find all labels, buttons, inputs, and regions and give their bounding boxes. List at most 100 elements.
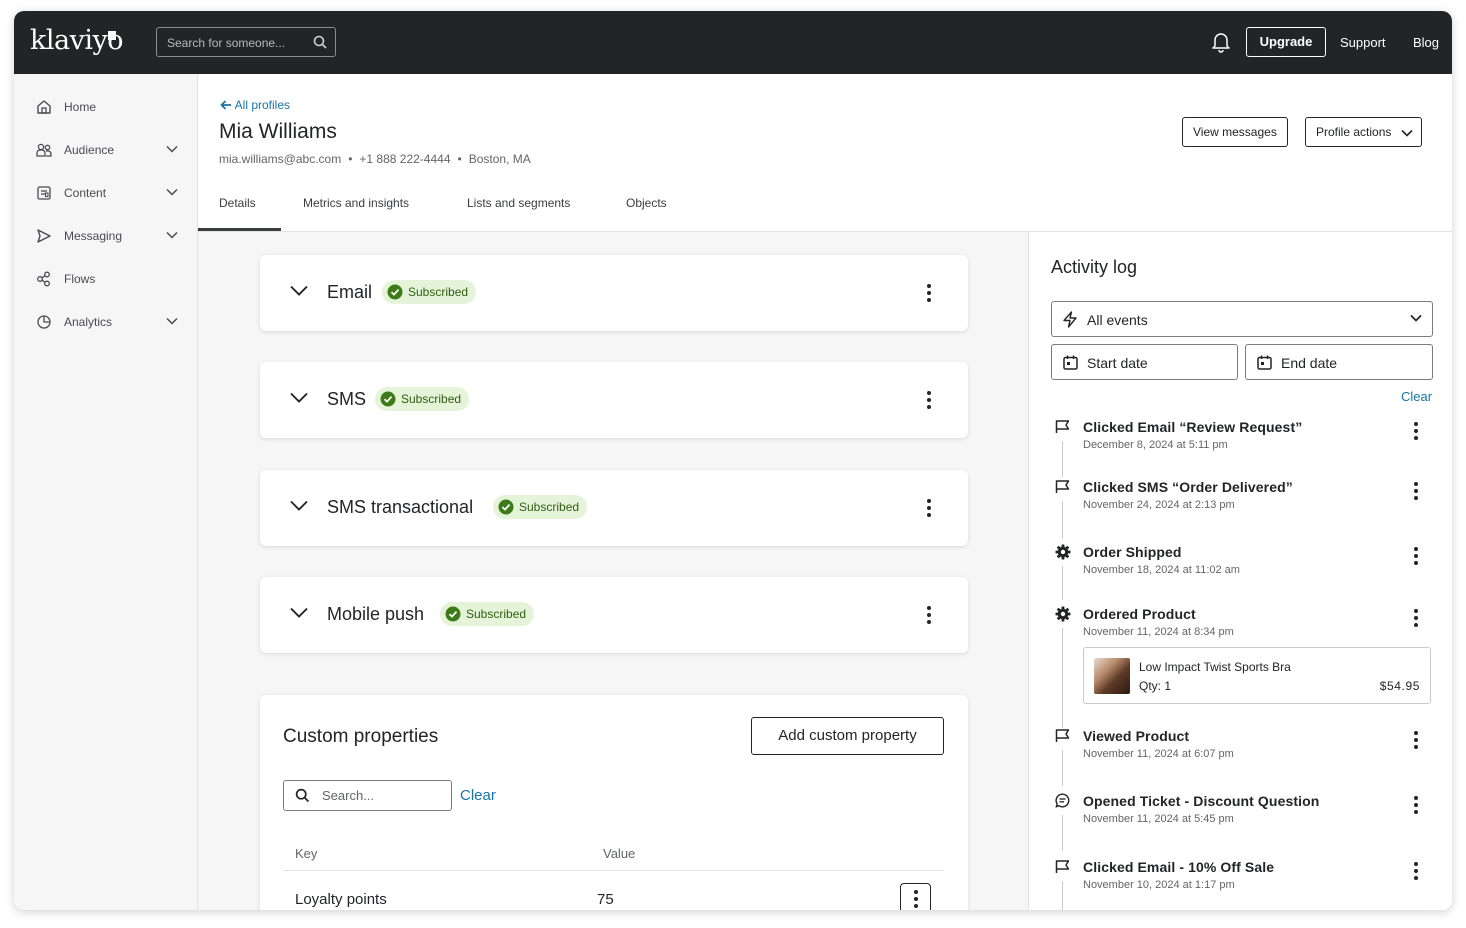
- blog-link[interactable]: Blog: [1413, 35, 1439, 50]
- sidebar-item-label: Audience: [64, 143, 115, 157]
- sidebar-item-messaging[interactable]: Messaging: [14, 219, 198, 255]
- sidebar-item-analytics[interactable]: Analytics: [14, 305, 198, 341]
- profile-location: Boston, MA: [468, 152, 531, 166]
- more-options-icon[interactable]: [921, 498, 937, 518]
- add-custom-property-button[interactable]: Add custom property: [751, 717, 944, 755]
- start-date-picker[interactable]: Start date: [1051, 344, 1238, 380]
- sidebar-item-home[interactable]: Home: [14, 90, 198, 126]
- all-profiles-link[interactable]: All profiles: [220, 98, 290, 112]
- channel-card-mobile-push[interactable]: Mobile push Subscribed: [260, 577, 968, 653]
- timeline-line: [1062, 566, 1063, 600]
- product-thumbnail: [1094, 658, 1130, 694]
- search-icon: [313, 35, 327, 49]
- event-title: Viewed Product: [1083, 728, 1190, 744]
- flows-icon: [37, 271, 50, 287]
- tab-details[interactable]: Details: [219, 196, 256, 210]
- all-profiles-label: All profiles: [234, 98, 291, 112]
- more-options-icon[interactable]: [1408, 730, 1424, 750]
- more-options-icon[interactable]: [921, 390, 937, 410]
- channel-card-email[interactable]: Email Subscribed: [260, 255, 968, 331]
- home-icon: [37, 100, 51, 114]
- upgrade-button[interactable]: Upgrade: [1246, 27, 1326, 57]
- custom-properties-card: Custom properties Add custom property Se…: [260, 695, 968, 910]
- chevron-down-icon[interactable]: [290, 500, 308, 511]
- channel-title: Email: [327, 282, 373, 302]
- search-icon: [295, 788, 310, 803]
- table-divider: [283, 870, 943, 871]
- event-date: December 8, 2024 at 5:11 pm: [1083, 439, 1228, 451]
- klaviyo-logo[interactable]: klaviyo: [30, 25, 124, 56]
- view-messages-button[interactable]: View messages: [1182, 117, 1288, 147]
- sidebar-item-audience[interactable]: Audience: [14, 133, 198, 169]
- sidebar-item-label: Messaging: [64, 229, 123, 243]
- event-date: November 11, 2024 at 6:07 pm: [1083, 748, 1234, 760]
- clear-filters-link[interactable]: Clear: [1401, 389, 1432, 404]
- more-options-icon[interactable]: [921, 605, 937, 625]
- sidebar-item-label: Content: [64, 186, 107, 200]
- sidebar-item-label: Home: [64, 100, 97, 114]
- gear-icon: [1055, 606, 1071, 622]
- event-date: November 11, 2024 at 5:45 pm: [1083, 813, 1234, 825]
- event-date: November 10, 2024 at 1:17 pm: [1083, 879, 1235, 891]
- timeline-line: [1062, 501, 1063, 539]
- event-date: November 18, 2024 at 11:02 am: [1083, 564, 1240, 576]
- more-options-icon[interactable]: [1408, 608, 1424, 628]
- profile-search-input[interactable]: Search for someone...: [156, 27, 336, 57]
- calendar-icon: [1257, 355, 1272, 370]
- event-date: November 11, 2024 at 8:34 pm: [1083, 626, 1234, 638]
- more-options-icon[interactable]: [1408, 421, 1424, 441]
- chat-icon: [1055, 793, 1070, 808]
- column-header-key: Key: [295, 846, 318, 861]
- ordered-product-card[interactable]: Low Impact Twist Sports Bra Qty: 1 $54.9…: [1083, 647, 1431, 704]
- sidebar-item-content[interactable]: Content: [14, 176, 198, 212]
- row-actions-button[interactable]: [900, 883, 931, 910]
- event-filter-select[interactable]: All events: [1051, 301, 1433, 337]
- profile-phone: +1 888 222-4444: [359, 152, 451, 166]
- tab-metrics-and-insights[interactable]: Metrics and insights: [303, 196, 409, 210]
- clear-search-link[interactable]: Clear: [460, 787, 496, 804]
- event-title: Clicked Email - 10% Off Sale: [1083, 859, 1275, 875]
- channel-card-sms[interactable]: SMS Subscribed: [260, 362, 968, 438]
- support-link[interactable]: Support: [1340, 35, 1386, 50]
- tab-lists-and-segments[interactable]: Lists and segments: [467, 196, 570, 210]
- channel-title: Mobile push: [327, 604, 425, 624]
- event-title: Ordered Product: [1083, 606, 1196, 622]
- separator-dot: •: [348, 152, 353, 166]
- property-key: Loyalty points: [295, 891, 387, 908]
- profile-actions-label: Profile actions: [1316, 125, 1392, 139]
- flag-icon: [1055, 729, 1070, 742]
- lightning-icon: [1063, 311, 1077, 328]
- sidebar-item-flows[interactable]: Flows: [14, 262, 198, 298]
- tab-objects[interactable]: Objects: [626, 196, 667, 210]
- flag-icon: [1055, 860, 1070, 873]
- more-options-icon[interactable]: [1408, 795, 1424, 815]
- more-options-icon[interactable]: [1408, 546, 1424, 566]
- notifications-bell-icon[interactable]: [1211, 31, 1231, 53]
- check-circle-icon: [498, 499, 514, 515]
- profile-actions-button[interactable]: Profile actions: [1305, 117, 1423, 147]
- activity-log-title: Activity log: [1051, 257, 1138, 277]
- gear-icon: [1055, 544, 1071, 560]
- more-options-icon[interactable]: [1408, 481, 1424, 501]
- profile-name: Mia Williams: [219, 120, 337, 143]
- flag-icon: [1055, 480, 1070, 493]
- content-icon: [37, 186, 51, 200]
- timeline-line: [1062, 815, 1063, 851]
- chevron-down-icon[interactable]: [290, 607, 308, 618]
- chevron-down-icon[interactable]: [290, 285, 308, 296]
- event-title: Opened Ticket - Discount Question: [1083, 793, 1320, 809]
- chevron-down-icon: [166, 317, 178, 325]
- chevron-down-icon[interactable]: [290, 392, 308, 403]
- channel-card-sms-transactional[interactable]: SMS transactional Subscribed: [260, 470, 968, 546]
- property-value: 75: [597, 891, 614, 908]
- end-date-label: End date: [1281, 355, 1338, 371]
- chevron-down-icon: [166, 145, 178, 153]
- separator-dot: •: [457, 152, 462, 166]
- end-date-picker[interactable]: End date: [1245, 344, 1433, 380]
- analytics-icon: [37, 315, 51, 329]
- custom-properties-search-input[interactable]: Search...: [283, 780, 452, 811]
- more-options-icon[interactable]: [1408, 861, 1424, 881]
- arrow-left-icon: [220, 100, 231, 110]
- more-options-icon[interactable]: [921, 283, 937, 303]
- flag-icon: [1055, 420, 1070, 433]
